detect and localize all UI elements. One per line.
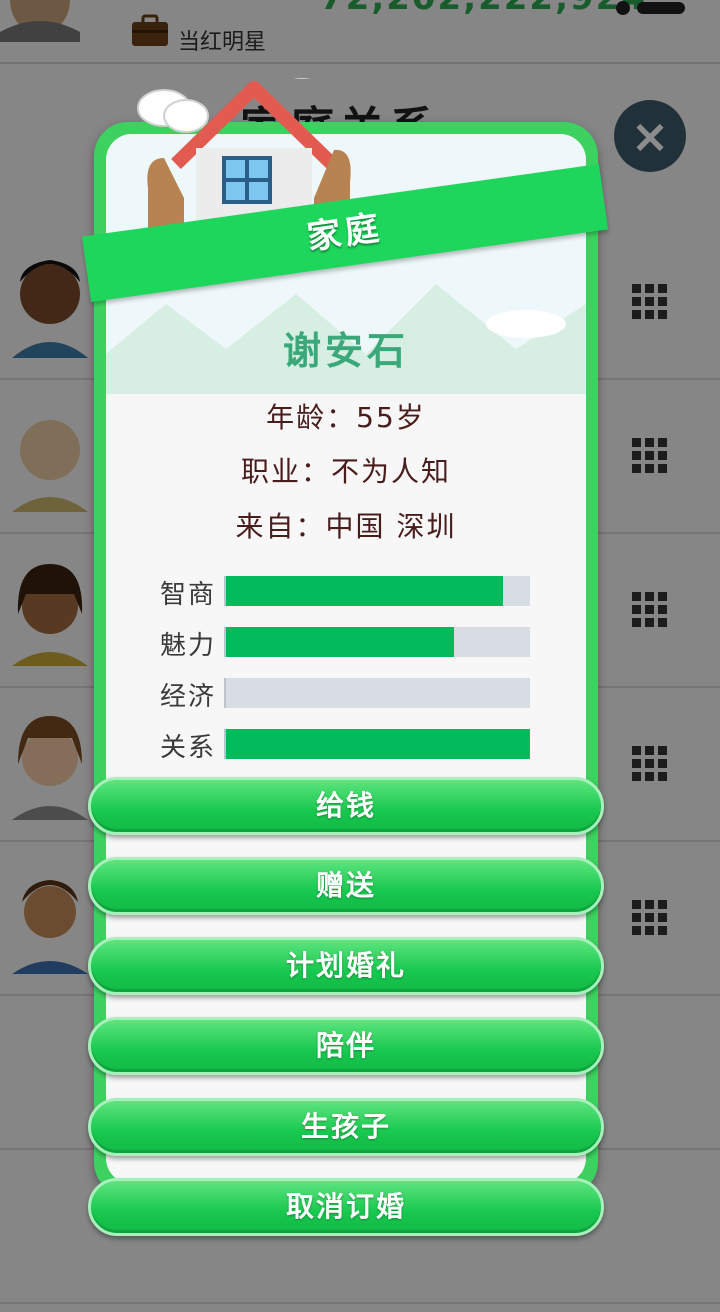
stat-label-economy: 经济 [159, 682, 216, 712]
stat-label-iq: 智商 [159, 580, 216, 610]
have-child-button[interactable]: 生孩子 [88, 1098, 604, 1156]
cancel-engagement-button[interactable]: 取消订婚 [88, 1178, 604, 1236]
stat-bar-iq [224, 576, 530, 606]
plan-wedding-button[interactable]: 计划婚礼 [88, 937, 604, 995]
give-money-button[interactable]: 给钱 [88, 777, 604, 835]
stat-fill-relationship [226, 729, 530, 759]
person-job: 职业：不为人知 [240, 455, 451, 488]
person-name: 谢安石 [282, 329, 409, 373]
stat-fill-charm [226, 627, 454, 657]
stat-label-relationship: 关系 [159, 733, 216, 763]
person-origin: 来自：中国 深圳 [235, 510, 457, 543]
stat-bar-relationship [224, 729, 530, 759]
person-age: 年龄：55岁 [266, 401, 426, 434]
stat-bar-economy [224, 678, 530, 708]
give-gift-button[interactable]: 赠送 [88, 857, 604, 915]
stat-bar-charm [224, 627, 530, 657]
accompany-button[interactable]: 陪伴 [88, 1017, 604, 1075]
stat-label-charm: 魅力 [159, 631, 216, 661]
stat-fill-iq [226, 576, 503, 606]
